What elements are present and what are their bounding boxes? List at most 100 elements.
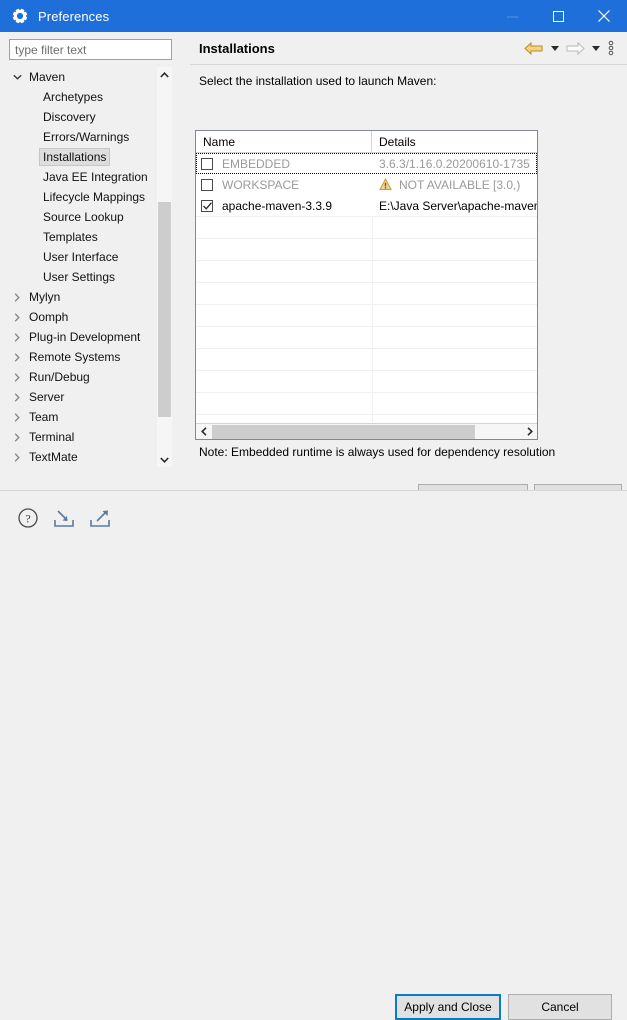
table-header-row: Name Details xyxy=(196,131,537,153)
export-icon[interactable] xyxy=(87,505,113,531)
sidebar-item-maven[interactable]: Maven xyxy=(9,67,157,87)
chevron-right-icon[interactable] xyxy=(9,452,25,462)
sidebar-item-label: Errors/Warnings xyxy=(43,130,130,144)
table-empty-row[interactable] xyxy=(196,326,537,348)
installations-table[interactable]: Name Details EMBEDDED 3.6.3/1.16.0.202006… xyxy=(195,130,538,440)
empty-details-cell xyxy=(373,371,537,392)
row-name-cell: WORKSPACE xyxy=(196,174,372,195)
sidebar-item-label: Remote Systems xyxy=(29,350,121,364)
scroll-thumb[interactable] xyxy=(158,202,171,417)
import-icon[interactable] xyxy=(51,505,77,531)
sidebar-item-installations[interactable]: Installations xyxy=(9,147,157,167)
scroll-up-icon[interactable] xyxy=(157,67,172,82)
chevron-right-icon[interactable] xyxy=(9,292,25,302)
svg-text:?: ? xyxy=(25,512,30,526)
chevron-right-icon[interactable] xyxy=(9,412,25,422)
maximize-icon[interactable] xyxy=(535,0,581,32)
sidebar-item-label: User Interface xyxy=(43,250,119,264)
installation-name: apache-maven-3.3.9 xyxy=(222,198,333,213)
scroll-down-icon[interactable] xyxy=(157,452,172,467)
table-scroll-left-icon[interactable] xyxy=(196,424,211,439)
column-header-details[interactable]: Details xyxy=(372,131,537,152)
table-scroll-thumb[interactable] xyxy=(212,425,475,439)
table-horizontal-scrollbar[interactable] xyxy=(196,423,537,439)
table-empty-row[interactable] xyxy=(196,370,537,392)
table-empty-row[interactable] xyxy=(196,238,537,260)
sidebar-item-errors-warnings[interactable]: Errors/Warnings xyxy=(9,127,157,147)
search-input[interactable] xyxy=(15,42,171,57)
table-empty-row[interactable] xyxy=(196,304,537,326)
row-details-cell: E:\Java Server\apache-maven xyxy=(372,195,537,216)
preferences-sidebar: Maven Archetypes Discovery Errors/Warnings I… xyxy=(0,32,190,510)
empty-details-cell xyxy=(373,217,537,238)
table-scroll-right-icon[interactable] xyxy=(522,424,537,439)
sidebar-item-discovery[interactable]: Discovery xyxy=(9,107,157,127)
tree-vertical-scrollbar[interactable] xyxy=(157,67,172,467)
header-divider xyxy=(190,64,627,65)
sidebar-item-label: Lifecycle Mappings xyxy=(43,190,146,204)
chevron-right-icon[interactable] xyxy=(9,352,25,362)
empty-details-cell xyxy=(373,283,537,304)
sidebar-item-label: Maven xyxy=(29,70,66,84)
minimize-icon[interactable] xyxy=(489,0,535,32)
sidebar-item-java-ee-integration[interactable]: Java EE Integration xyxy=(9,167,157,187)
chevron-right-icon[interactable] xyxy=(9,372,25,382)
help-icon[interactable]: ? xyxy=(15,505,41,531)
table-row[interactable]: EMBEDDED 3.6.3/1.16.0.20200610-1735 xyxy=(196,153,537,174)
table-empty-row[interactable] xyxy=(196,260,537,282)
dialog-footer: ? Apply and Close Cancel xyxy=(0,490,627,1020)
sidebar-item-label: Plug-in Development xyxy=(29,330,141,344)
sidebar-item-user-settings[interactable]: User Settings xyxy=(9,267,157,287)
page-description: Select the installation used to launch M… xyxy=(199,74,437,88)
sidebar-item-label: TextMate xyxy=(29,450,78,464)
chevron-right-icon[interactable] xyxy=(9,332,25,342)
sidebar-item-templates[interactable]: Templates xyxy=(9,227,157,247)
sidebar-item-run-debug[interactable]: Run/Debug xyxy=(9,367,157,387)
sidebar-item-lifecycle-mappings[interactable]: Lifecycle Mappings xyxy=(9,187,157,207)
sidebar-item-server[interactable]: Server xyxy=(9,387,157,407)
table-empty-row[interactable] xyxy=(196,392,537,414)
table-empty-row[interactable] xyxy=(196,282,537,304)
forward-chevron-down-icon[interactable] xyxy=(588,37,603,59)
chevron-right-icon[interactable] xyxy=(9,432,25,442)
empty-name-cell xyxy=(196,239,373,260)
back-chevron-down-icon[interactable] xyxy=(547,37,562,59)
table-empty-row[interactable] xyxy=(196,348,537,370)
checkbox-unchecked-icon[interactable] xyxy=(201,157,213,170)
table-empty-row[interactable] xyxy=(196,216,537,238)
empty-details-cell xyxy=(373,261,537,282)
sidebar-item-oomph[interactable]: Oomph xyxy=(9,307,157,327)
chevron-down-icon[interactable] xyxy=(9,74,25,80)
sidebar-item-terminal[interactable]: Terminal xyxy=(9,427,157,447)
column-header-name[interactable]: Name xyxy=(196,131,372,152)
apply-and-close-button[interactable]: Apply and Close xyxy=(395,994,501,1020)
sidebar-item-mylyn[interactable]: Mylyn xyxy=(9,287,157,307)
chevron-right-icon[interactable] xyxy=(9,392,25,402)
sidebar-item-plug-in-development[interactable]: Plug-in Development xyxy=(9,327,157,347)
cancel-button[interactable]: Cancel xyxy=(508,994,612,1020)
empty-name-cell xyxy=(196,393,373,414)
view-menu-icon[interactable] xyxy=(603,37,619,59)
filter-field[interactable] xyxy=(9,39,172,60)
sidebar-item-label: Team xyxy=(29,410,59,424)
checkbox-unchecked-icon[interactable] xyxy=(201,178,213,191)
preferences-tree: Maven Archetypes Discovery Errors/Warnings I… xyxy=(9,67,172,467)
sidebar-item-label: Run/Debug xyxy=(29,370,90,384)
sidebar-item-team[interactable]: Team xyxy=(9,407,157,427)
sidebar-item-user-interface[interactable]: User Interface xyxy=(9,247,157,267)
footer-icons: ? xyxy=(15,505,113,531)
sidebar-item-remote-systems[interactable]: Remote Systems xyxy=(9,347,157,367)
sidebar-item-label: Oomph xyxy=(29,310,69,324)
tree-items: Maven Archetypes Discovery Errors/Warnings I… xyxy=(9,67,157,467)
close-icon[interactable] xyxy=(581,0,627,32)
sidebar-item-archetypes[interactable]: Archetypes xyxy=(9,87,157,107)
chevron-right-icon[interactable] xyxy=(9,312,25,322)
table-row[interactable]: apache-maven-3.3.9 E:\Java Server\apache-… xyxy=(196,195,537,216)
empty-name-cell xyxy=(196,283,373,304)
sidebar-item-source-lookup[interactable]: Source Lookup xyxy=(9,207,157,227)
table-row[interactable]: WORKSPACE NOT AVAILABLE [3.0,) xyxy=(196,174,537,195)
checkbox-checked-icon[interactable] xyxy=(201,199,213,212)
sidebar-item-label: Mylyn xyxy=(29,290,61,304)
sidebar-item-textmate[interactable]: TextMate xyxy=(9,447,157,467)
back-arrow-icon[interactable] xyxy=(521,37,547,59)
